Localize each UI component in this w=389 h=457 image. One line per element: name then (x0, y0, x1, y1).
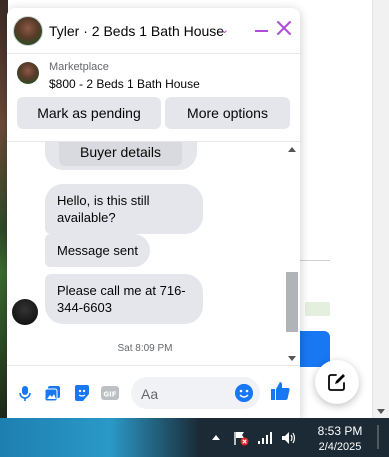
chevron-down-icon[interactable]: ⌄ (220, 23, 229, 36)
minimize-icon[interactable] (255, 30, 268, 32)
action-center-flag-icon[interactable] (233, 430, 249, 446)
listing-avatar[interactable] (13, 16, 43, 46)
scroll-down-icon[interactable] (288, 356, 296, 361)
windows-taskbar: 8:53 PM 2/4/2025 (0, 418, 389, 457)
page-scroll-down-icon[interactable] (377, 409, 385, 414)
background-primary-button[interactable] (300, 331, 330, 367)
page-scrollbar[interactable] (372, 0, 389, 418)
message-text: Message sent (57, 243, 138, 258)
message-timestamp: Sat 8:09 PM (117, 343, 173, 354)
svg-text:GIF: GIF (103, 391, 116, 399)
message-bubble: Please call me at 716-344-6603 (45, 274, 203, 324)
message-input-placeholder: Aa (141, 386, 159, 402)
close-icon[interactable] (276, 20, 292, 36)
sender-avatar[interactable] (12, 299, 38, 325)
chat-title[interactable]: Tyler · 2 Beds 1 Bath House (49, 23, 224, 39)
mark-as-pending-button[interactable]: Mark as pending (17, 97, 161, 129)
chat-window: Tyler · 2 Beds 1 Bath House ⌄ Marketplac… (7, 8, 300, 418)
emoji-icon[interactable] (235, 384, 253, 402)
scroll-thumb[interactable] (286, 272, 298, 332)
background-divider (300, 260, 330, 261)
network-icon[interactable] (257, 430, 273, 446)
message-bubble: Hello, is this still available? (45, 184, 203, 234)
message-composer: GIF Aa (7, 365, 300, 418)
listing-thumbnail (17, 62, 39, 84)
photo-icon[interactable] (44, 384, 62, 402)
volume-icon[interactable] (281, 430, 297, 446)
thread-scrollbar[interactable] (286, 145, 298, 363)
background-tag (305, 302, 330, 316)
show-hidden-icons-icon[interactable] (212, 435, 220, 440)
microphone-icon[interactable] (16, 384, 34, 402)
clock-time[interactable]: 8:53 PM (312, 424, 368, 438)
scroll-up-icon[interactable] (288, 147, 296, 152)
more-options-button[interactable]: More options (165, 97, 290, 129)
listing-title[interactable]: $800 - 2 Beds 1 Bath House (49, 77, 200, 91)
new-message-button[interactable] (315, 360, 359, 404)
sticker-icon[interactable] (73, 384, 91, 402)
marketplace-context: Marketplace $800 - 2 Beds 1 Bath House M… (7, 55, 300, 142)
buyer-details-button[interactable]: Buyer details (59, 142, 182, 166)
compose-icon (328, 374, 345, 391)
message-input[interactable]: Aa (131, 377, 260, 409)
clock-date[interactable]: 2/4/2025 (312, 441, 368, 453)
chat-header: Tyler · 2 Beds 1 Bath House ⌄ (7, 8, 300, 54)
message-thread[interactable]: Buyer details Hello, is this still avail… (7, 142, 300, 365)
taskbar-apps-area (0, 418, 200, 457)
thumbs-up-icon[interactable] (269, 380, 291, 402)
gif-icon[interactable]: GIF (101, 384, 119, 402)
message-bubble: Message sent (45, 234, 150, 267)
show-desktop-icon[interactable] (377, 424, 387, 450)
context-label: Marketplace (49, 61, 109, 73)
